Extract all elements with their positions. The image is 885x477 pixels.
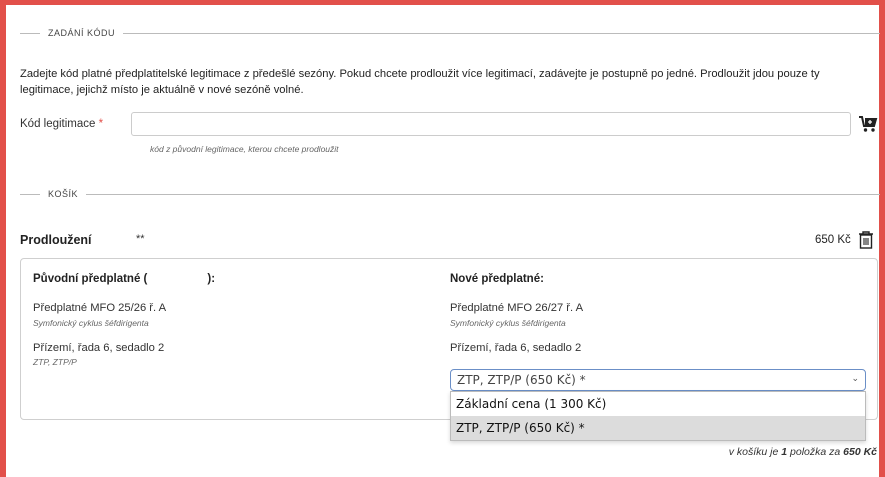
cart-summary: v košíku je 1 položka za 650 Kč (729, 446, 877, 458)
price-option-ztp[interactable]: ZTP, ZTP/P (650 Kč) * (451, 416, 865, 440)
extension-title: Prodloužení (20, 233, 92, 247)
original-cycle: Symfonický cyklus šéfdirigenta (33, 318, 149, 328)
original-subscription: Předplatné MFO 25/26 ř. A (33, 302, 167, 314)
original-seat: Přízemí, řada 6, sedadlo 2 (33, 342, 165, 354)
chevron-down-icon: ⌄ (851, 374, 859, 384)
required-mark: * (98, 118, 104, 130)
price-option-basic[interactable]: Základní cena (1 300 Kč) (451, 392, 865, 416)
code-label-text: Kód legitimace (20, 118, 96, 130)
code-field-label: Kód legitimace * (20, 118, 103, 130)
section-code-entry: ZADÁNÍ KÓDU (20, 28, 880, 38)
section-cart: KOŠÍK (20, 189, 880, 199)
code-input[interactable] (131, 112, 851, 136)
cart-add-icon[interactable] (858, 115, 878, 133)
original-heading-prefix: Původní předplatné ( (33, 273, 148, 285)
extension-code-mask: ** (136, 233, 145, 245)
price-select[interactable]: ZTP, ZTP/P (650 Kč) * ⌄ (450, 369, 866, 391)
price-dropdown: Základní cena (1 300 Kč) ZTP, ZTP/P (650… (450, 391, 866, 441)
intro-text: Zadejte kód platné předplatitelské legit… (20, 68, 820, 96)
section-title-cart: KOŠÍK (48, 189, 79, 199)
summary-total: 650 Kč (843, 446, 877, 458)
divider (123, 32, 880, 34)
original-heading-suffix: ): (207, 273, 216, 285)
divider (20, 32, 40, 34)
code-hint: kód z původní legitimace, kterou chcete … (150, 144, 339, 154)
summary-prefix: v košíku je (728, 446, 782, 458)
price-select-value: ZTP, ZTP/P (650 Kč) * (457, 373, 586, 387)
new-cycle: Symfonický cyklus šéfdirigenta (450, 318, 566, 328)
new-heading: Nové předplatné: (450, 273, 544, 285)
section-title-code-entry: ZADÁNÍ KÓDU (48, 28, 116, 38)
summary-middle: položka za (787, 446, 844, 458)
new-seat: Přízemí, řada 6, sedadlo 2 (450, 342, 582, 354)
trash-icon[interactable] (858, 231, 874, 249)
original-discount: ZTP, ZTP/P (33, 357, 77, 367)
divider (20, 193, 40, 195)
original-heading: Původní předplatné (): (33, 273, 215, 285)
extension-price: 650 Kč (815, 234, 851, 246)
new-subscription: Předplatné MFO 26/27 ř. A (450, 302, 584, 314)
divider (86, 193, 880, 195)
